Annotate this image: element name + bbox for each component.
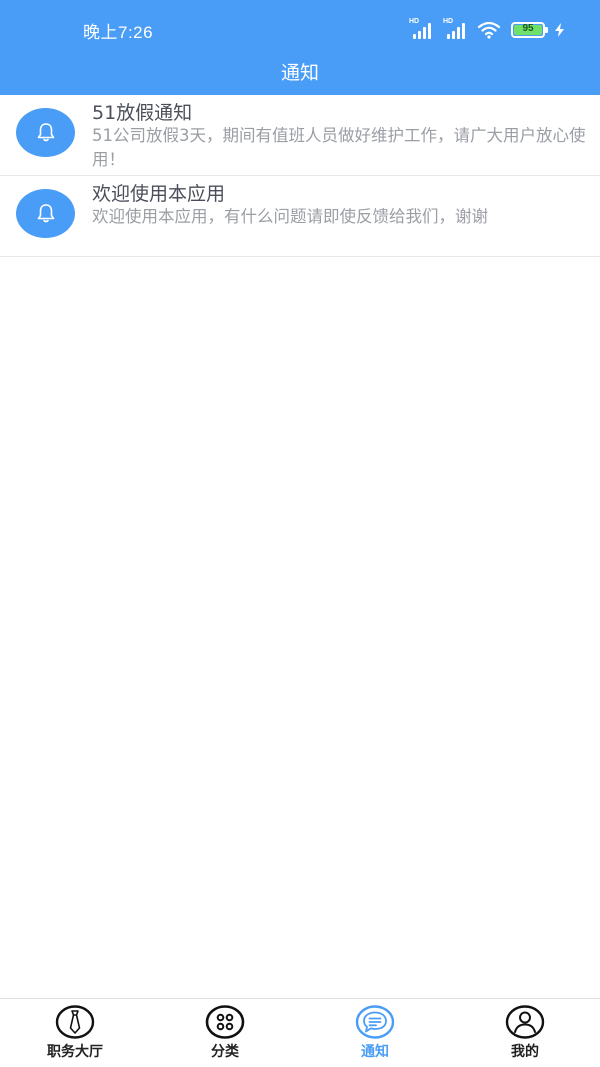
status-bar: 晚上7:26 HD HD 95 — [0, 0, 600, 58]
app-header: 晚上7:26 HD HD 95 通知 — [0, 0, 600, 95]
user-icon — [505, 1005, 545, 1039]
tie-icon — [55, 1005, 95, 1039]
tab-label: 通知 — [361, 1044, 389, 1060]
tab-mine[interactable]: 我的 — [450, 999, 600, 1067]
tab-job-hall[interactable]: 职务大厅 — [0, 999, 150, 1067]
wifi-icon — [477, 21, 501, 39]
bottom-tab-bar: 职务大厅 分类 通知 我的 — [0, 998, 600, 1067]
chat-icon — [355, 1005, 395, 1039]
tab-label: 职务大厅 — [47, 1044, 103, 1060]
tab-category[interactable]: 分类 — [150, 999, 300, 1067]
notification-title: 欢迎使用本应用 — [92, 183, 226, 205]
notification-title: 51放假通知 — [92, 102, 193, 124]
notification-avatar — [16, 189, 75, 238]
notification-avatar — [16, 108, 75, 157]
bell-icon — [37, 203, 54, 222]
notification-item[interactable]: 51放假通知 51公司放假3天，期间有值班人员做好维护工作，请广大用户放心使用！ — [0, 95, 600, 176]
page-title: 通知 — [280, 62, 319, 84]
status-time: 晚上7:26 — [83, 23, 154, 42]
tab-label: 我的 — [511, 1044, 539, 1060]
notification-body: 欢迎使用本应用，有什么问题请即使反馈给我们，谢谢 — [92, 207, 488, 226]
cellular-signal-icon: HD — [409, 18, 433, 39]
tab-label: 分类 — [211, 1044, 239, 1060]
battery-percent: 95 — [522, 23, 534, 34]
charging-icon — [555, 23, 564, 37]
signal-hd-label: HD — [409, 18, 420, 25]
cellular-signal-icon-2: HD — [443, 18, 467, 39]
notification-list: 51放假通知 51公司放假3天，期间有值班人员做好维护工作，请广大用户放心使用！… — [0, 95, 600, 257]
bell-icon — [37, 122, 54, 141]
battery-icon: 95 — [511, 22, 548, 38]
notification-item[interactable]: 欢迎使用本应用 欢迎使用本应用，有什么问题请即使反馈给我们，谢谢 — [0, 176, 600, 257]
tab-notifications[interactable]: 通知 — [300, 999, 450, 1067]
signal-hd-label-2: HD — [443, 18, 454, 25]
notification-body: 51公司放假3天，期间有值班人员做好维护工作，请广大用户放心使用！ — [92, 126, 586, 169]
grid-icon — [205, 1005, 245, 1039]
status-icons: HD HD 95 — [409, 18, 564, 41]
